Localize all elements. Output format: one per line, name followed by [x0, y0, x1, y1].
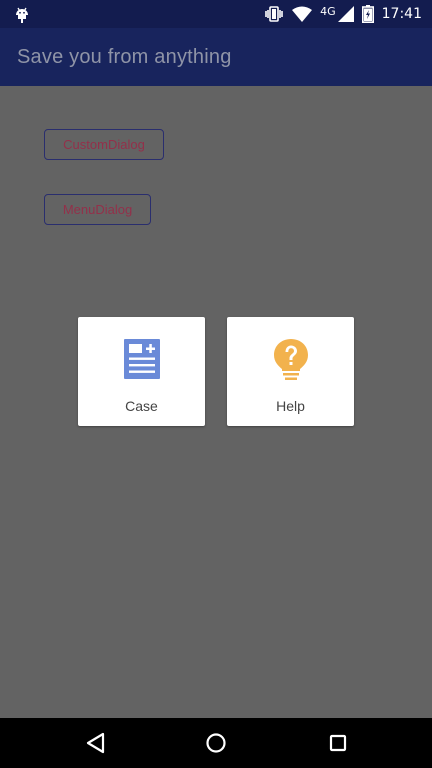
recents-icon[interactable] [325, 730, 351, 756]
battery-charging-icon [361, 5, 374, 23]
case-label: Case [125, 398, 158, 414]
home-icon[interactable] [203, 730, 229, 756]
app-title: Save you from anything [17, 45, 232, 68]
navigation-bar [0, 718, 432, 768]
custom-dialog-button[interactable]: CustomDialog [44, 129, 164, 160]
help-label: Help [276, 398, 305, 414]
status-bar: 4G 17:41 [0, 0, 432, 28]
help-option[interactable]: Help [227, 317, 354, 426]
wifi-icon [292, 6, 313, 22]
case-document-icon [121, 337, 163, 381]
case-option[interactable]: Case [78, 317, 205, 426]
status-icons: 4G 17:41 [264, 0, 422, 28]
lightbulb-question-icon [270, 337, 312, 381]
menu-dialog-button[interactable]: MenuDialog [44, 194, 151, 225]
dimmed-content[interactable]: CustomDialog MenuDialog [0, 86, 432, 718]
vibrate-icon [265, 6, 283, 22]
network-type: 4G [320, 4, 336, 18]
back-icon[interactable] [83, 730, 109, 756]
signal-icon [337, 6, 354, 22]
clock: 17:41 [381, 6, 422, 22]
app-bar: Save you from anything [0, 28, 432, 86]
android-debug-icon [12, 4, 32, 24]
